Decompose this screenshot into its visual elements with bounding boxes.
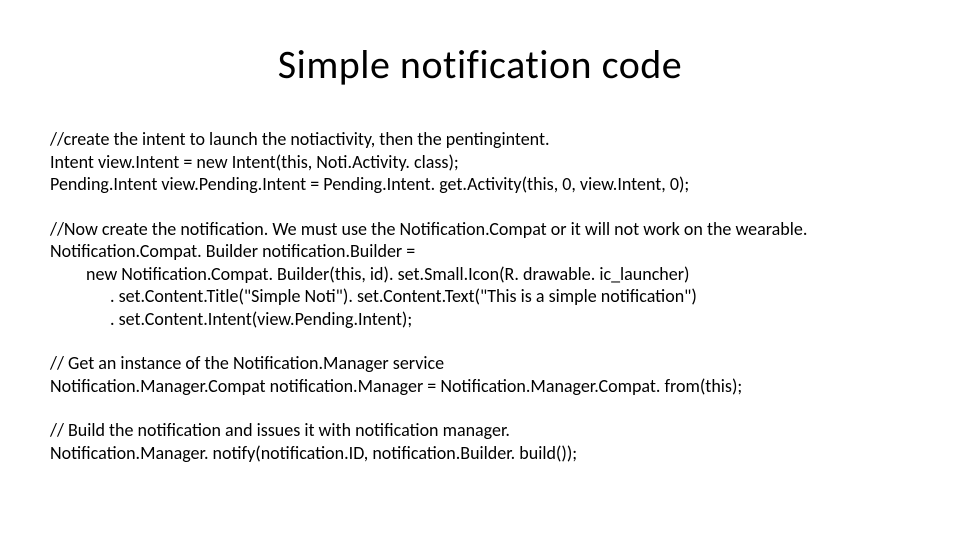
- code-line: Notification.Manager. notify(notificatio…: [50, 442, 910, 465]
- code-line: // Get an instance of the Notification.M…: [50, 352, 910, 375]
- code-line: // Build the notification and issues it …: [50, 419, 910, 442]
- blank-line: [50, 330, 910, 352]
- code-line: //create the intent to launch the notiac…: [50, 128, 910, 151]
- blank-line: [50, 196, 910, 218]
- code-line: Notification.Compat. Builder notificatio…: [50, 240, 910, 263]
- code-line: Intent view.Intent = new Intent(this, No…: [50, 151, 910, 174]
- code-line: Pending.Intent view.Pending.Intent = Pen…: [50, 173, 910, 196]
- slide: Simple notification code //create the in…: [0, 0, 960, 540]
- code-line: . set.Content.Intent(view.Pending.Intent…: [50, 308, 910, 331]
- blank-line: [50, 397, 910, 419]
- slide-body: //create the intent to launch the notiac…: [50, 128, 910, 464]
- code-line: //Now create the notification. We must u…: [50, 218, 910, 241]
- slide-title: Simple notification code: [0, 40, 960, 89]
- code-line: Notification.Manager.Compat notification…: [50, 375, 910, 398]
- code-line: new Notification.Compat. Builder(this, i…: [50, 263, 910, 286]
- code-line: . set.Content.Title("Simple Noti"). set.…: [50, 285, 910, 308]
